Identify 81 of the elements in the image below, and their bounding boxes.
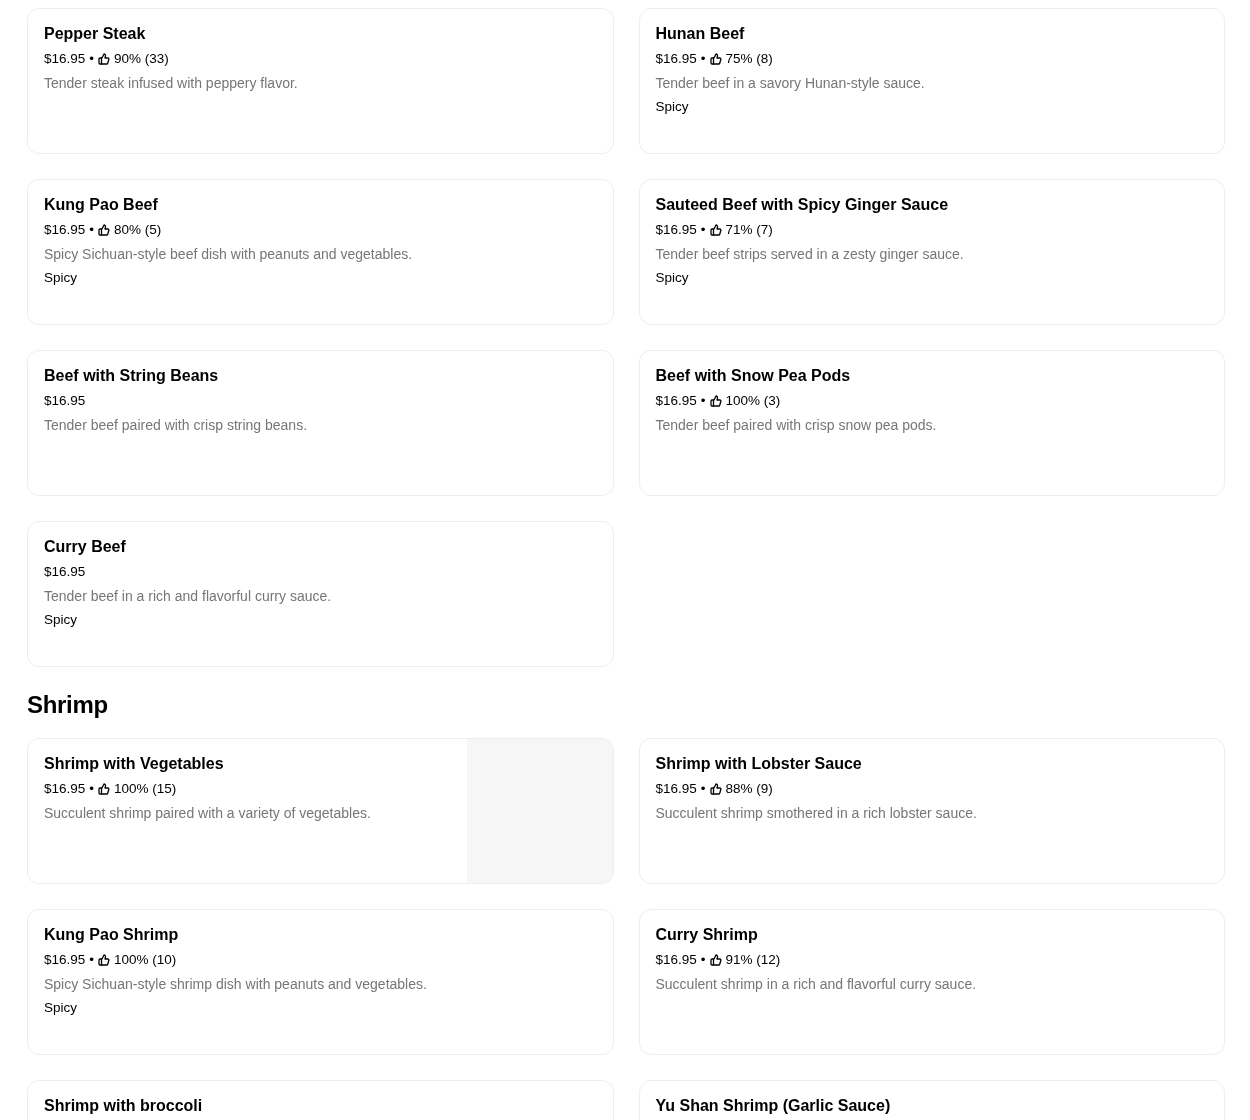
item-description: Succulent shrimp smothered in a rich lobster sauce.: [655, 804, 977, 823]
separator-text: •: [89, 951, 95, 969]
separator-text: •: [89, 221, 95, 239]
dietary-tag: Spicy: [44, 996, 77, 1020]
menu-item-card[interactable]: Yu Shan Shrimp (Garlic Sauce): [638, 1080, 1225, 1120]
separator-text: •: [700, 951, 706, 969]
rating-text: 90% (33): [114, 50, 169, 68]
thumbs-up-icon: [98, 954, 111, 966]
item-description: Succulent shrimp paired with a variety of vegetables.: [44, 804, 371, 823]
menu-item-card[interactable]: Pepper Steak $16.95 • 90% (33) Tender steak infused with peppery flavor.: [27, 8, 614, 154]
item-price: $16.95: [44, 392, 86, 410]
thumbs-up-icon: [709, 224, 722, 236]
dietary-tag: Spicy: [655, 95, 689, 119]
item-price: $16.95: [655, 780, 697, 798]
item-name: Curry Beef: [44, 537, 126, 557]
separator-text: •: [700, 221, 706, 239]
item-description: Tender beef paired with crisp snow pea pods.: [655, 416, 937, 435]
rating-text: 100% (10): [114, 951, 177, 969]
item-price: $16.95: [44, 563, 86, 581]
thumbs-up-icon: [709, 53, 722, 65]
menu-item-card[interactable]: Kung Pao Beef $16.95 • 80% (5) Spicy Sichuan-style beef dish with peanuts and vegetables. Spicy: [27, 179, 614, 325]
menu-item-card[interactable]: Shrimp with broccoli: [27, 1080, 614, 1120]
menu-item-card[interactable]: Curry Beef $16.95 Tender beef in a rich and flavorful curry sauce. Spicy: [27, 521, 614, 667]
item-description: Spicy Sichuan-style beef dish with peanuts and vegetables.: [44, 245, 413, 264]
item-price: $16.95: [655, 50, 697, 68]
menu-item-card[interactable]: Hunan Beef $16.95 • 75% (8) Tender beef in a savory Hunan-style sauce. Spicy: [638, 8, 1225, 154]
item-name: Beef with String Beans: [44, 366, 219, 386]
item-name: Hunan Beef: [655, 24, 745, 44]
menu-item-card[interactable]: Beef with Snow Pea Pods $16.95 • 100% (3) Tender beef paired with crisp snow pea pods.: [638, 350, 1225, 496]
item-price: $16.95: [655, 392, 697, 410]
item-name: Kung Pao Shrimp: [44, 925, 179, 945]
item-name: Curry Shrimp: [655, 925, 758, 945]
item-name: Shrimp with Lobster Sauce: [655, 754, 862, 774]
item-price: $16.95: [655, 951, 697, 969]
rating-text: 75% (8): [725, 50, 773, 68]
thumbs-up-icon: [709, 395, 722, 407]
item-name: Yu Shan Shrimp (Garlic Sauce): [655, 1096, 891, 1116]
rating-text: 71% (7): [725, 221, 773, 239]
item-description: Tender beef strips served in a zesty ginger sauce.: [655, 245, 964, 264]
item-description: Tender beef in a rich and flavorful curry sauce.: [44, 587, 332, 606]
rating-text: 80% (5): [114, 221, 162, 239]
item-description: Tender beef paired with crisp string beans.: [44, 416, 308, 435]
rating-text: 100% (3): [725, 392, 781, 410]
item-price: $16.95: [655, 221, 697, 239]
thumbs-up-icon: [98, 53, 111, 65]
menu-item-card[interactable]: Sauteed Beef with Spicy Ginger Sauce $16.95 • 71% (7) Tender beef strips served in a zesty ginger sauce. Spicy: [638, 179, 1225, 325]
item-name: Sauteed Beef with Spicy Ginger Sauce: [655, 195, 949, 215]
thumbs-up-icon: [98, 224, 111, 236]
menu-item-card[interactable]: Curry Shrimp $16.95 • 91% (12) Succulent shrimp in a rich and flavorful curry sauce.: [638, 909, 1225, 1055]
item-name: Kung Pao Beef: [44, 195, 158, 215]
item-description: Tender beef in a savory Hunan-style sauce.: [655, 74, 925, 93]
rating-text: 100% (15): [114, 780, 177, 798]
item-name: Shrimp with broccoli: [44, 1096, 203, 1116]
separator-text: •: [700, 50, 706, 68]
item-name: Pepper Steak: [44, 24, 146, 44]
menu-item-card[interactable]: Shrimp with Lobster Sauce $16.95 • 88% (9) Succulent shrimp smothered in a rich lobster sauce.: [638, 738, 1225, 884]
section-heading: Shrimp: [27, 690, 108, 720]
rating-text: 91% (12): [725, 951, 781, 969]
dietary-tag: Spicy: [44, 608, 77, 632]
menu-item-card[interactable]: Kung Pao Shrimp $16.95 • 100% (10) Spicy Sichuan-style shrimp dish with peanuts and vegetables. Spicy: [27, 909, 614, 1055]
item-price: $16.95: [44, 221, 86, 239]
menu-item-card[interactable]: Shrimp with Vegetables $16.95 • 100% (15) Succulent shrimp paired with a variety of vegetables.: [27, 738, 614, 884]
dietary-tag: Spicy: [44, 266, 77, 290]
item-name: Shrimp with Vegetables: [44, 754, 224, 774]
item-price: $16.95: [44, 780, 86, 798]
thumbs-up-icon: [98, 783, 111, 795]
thumbs-up-icon: [709, 783, 722, 795]
separator-text: •: [89, 780, 95, 798]
item-description: Spicy Sichuan-style shrimp dish with peanuts and vegetables.: [44, 975, 427, 994]
item-description: Succulent shrimp in a rich and flavorful curry sauce.: [655, 975, 977, 994]
dietary-tag: Spicy: [655, 266, 689, 290]
thumbs-up-icon: [709, 954, 722, 966]
separator-text: •: [89, 50, 95, 68]
menu-item-card[interactable]: Beef with String Beans $16.95 Tender beef paired with crisp string beans.: [27, 350, 614, 496]
item-name: Beef with Snow Pea Pods: [655, 366, 851, 386]
rating-text: 88% (9): [725, 780, 773, 798]
item-price: $16.95: [44, 50, 86, 68]
item-description: Tender steak infused with peppery flavor.: [44, 74, 298, 93]
item-price: $16.95: [44, 951, 86, 969]
separator-text: •: [700, 392, 706, 410]
separator-text: •: [700, 780, 706, 798]
